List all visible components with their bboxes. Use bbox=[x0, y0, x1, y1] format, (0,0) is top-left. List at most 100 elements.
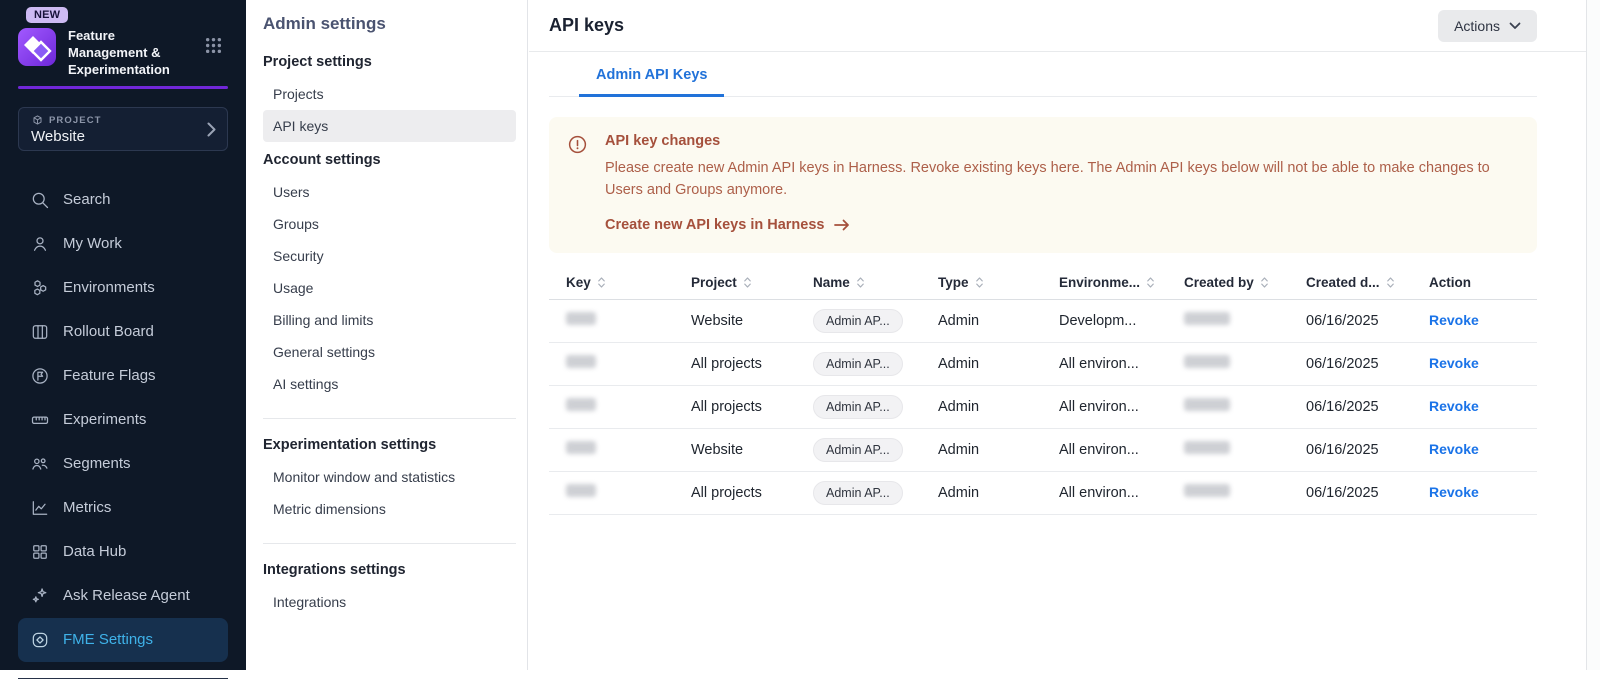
sidebar-item-label: Search bbox=[63, 191, 111, 208]
sidebar-item-my-work[interactable]: My Work bbox=[18, 222, 228, 266]
settings-section-heading: Experimentation settings bbox=[263, 437, 516, 453]
admin-settings-title: Admin settings bbox=[263, 14, 516, 34]
settings-divider bbox=[263, 418, 516, 419]
cell-created_date: 06/16/2025 bbox=[1306, 313, 1429, 329]
cell-created_date: 06/16/2025 bbox=[1306, 356, 1429, 372]
column-header-name[interactable]: Name bbox=[813, 275, 938, 290]
tab-admin-api-keys[interactable]: Admin API Keys bbox=[579, 52, 724, 97]
tabs-row: Admin API Keys bbox=[549, 52, 1537, 97]
column-header-label: Environme... bbox=[1059, 275, 1140, 290]
warning-circle-icon bbox=[567, 133, 588, 233]
main-content: API keys Actions Admin API Keys API key … bbox=[529, 0, 1600, 670]
cell-name: Admin AP... bbox=[813, 438, 938, 462]
sidebar-item-environments[interactable]: Environments bbox=[18, 266, 228, 310]
new-badge: NEW bbox=[26, 7, 68, 23]
settings-item-usage[interactable]: Usage bbox=[263, 272, 516, 304]
sidebar-item-label: Segments bbox=[63, 455, 131, 472]
column-header-environment[interactable]: Environme... bbox=[1059, 275, 1184, 290]
create-api-keys-link[interactable]: Create new API keys in Harness bbox=[605, 217, 1519, 233]
flag-icon bbox=[30, 366, 50, 386]
redacted-value bbox=[1184, 441, 1230, 454]
redacted-value bbox=[1184, 484, 1230, 497]
settings-item-metric-dimensions[interactable]: Metric dimensions bbox=[263, 493, 516, 525]
api-key-name-badge: Admin AP... bbox=[813, 309, 903, 333]
cell-key bbox=[566, 441, 691, 458]
cell-created_date: 06/16/2025 bbox=[1306, 485, 1429, 501]
page-title: API keys bbox=[549, 15, 624, 36]
columns-icon bbox=[30, 322, 50, 342]
sidebar-item-segments[interactable]: Segments bbox=[18, 442, 228, 486]
split-logo-icon bbox=[18, 28, 56, 71]
sidebar-item-search[interactable]: Search bbox=[18, 178, 228, 222]
settings-item-security[interactable]: Security bbox=[263, 240, 516, 272]
table-row: WebsiteAdmin AP...AdminDevelopm...06/16/… bbox=[549, 300, 1537, 343]
cube-icon bbox=[31, 114, 44, 127]
cell-key bbox=[566, 484, 691, 501]
column-header-key[interactable]: Key bbox=[566, 275, 691, 290]
column-header-project[interactable]: Project bbox=[691, 275, 813, 290]
column-header-label: Action bbox=[1429, 275, 1471, 290]
settings-section-heading: Account settings bbox=[263, 152, 516, 168]
actions-button[interactable]: Actions bbox=[1438, 10, 1537, 42]
settings-item-general-settings[interactable]: General settings bbox=[263, 336, 516, 368]
callout-body: Please create new Admin API keys in Harn… bbox=[605, 158, 1519, 202]
settings-divider bbox=[263, 543, 516, 544]
revoke-link[interactable]: Revoke bbox=[1429, 355, 1479, 371]
api-key-name-badge: Admin AP... bbox=[813, 352, 903, 376]
settings-item-integrations[interactable]: Integrations bbox=[263, 586, 516, 618]
api-key-name-badge: Admin AP... bbox=[813, 438, 903, 462]
redacted-value bbox=[566, 441, 596, 454]
project-selector[interactable]: PROJECT Website bbox=[18, 107, 228, 151]
cell-action: Revoke bbox=[1429, 312, 1537, 329]
split-icon bbox=[30, 630, 50, 650]
scrollbar-gutter[interactable] bbox=[1586, 0, 1600, 670]
sidebar-item-experiments[interactable]: Experiments bbox=[18, 398, 228, 442]
settings-item-monitor-window-and-statistics[interactable]: Monitor window and statistics bbox=[263, 461, 516, 493]
column-header-label: Created d... bbox=[1306, 275, 1380, 290]
app-sidebar: NEW Feature Management bbox=[0, 0, 246, 670]
settings-item-projects[interactable]: Projects bbox=[263, 78, 516, 110]
cell-action: Revoke bbox=[1429, 441, 1537, 458]
app-launcher-grid-icon[interactable] bbox=[205, 37, 222, 59]
user-icon bbox=[30, 234, 50, 254]
settings-item-billing-and-limits[interactable]: Billing and limits bbox=[263, 304, 516, 336]
brand-title: Feature Management & Experimentation bbox=[68, 28, 193, 79]
sidebar-item-label: Rollout Board bbox=[63, 323, 154, 340]
sort-icon bbox=[1146, 276, 1155, 289]
table-row: All projectsAdmin AP...AdminAll environ.… bbox=[549, 472, 1537, 515]
actions-button-label: Actions bbox=[1454, 18, 1500, 34]
column-header-type[interactable]: Type bbox=[938, 275, 1059, 290]
sidebar-item-label: FME Settings bbox=[63, 631, 153, 648]
settings-item-groups[interactable]: Groups bbox=[263, 208, 516, 240]
settings-item-users[interactable]: Users bbox=[263, 176, 516, 208]
sidebar-item-ask-release-agent[interactable]: Ask Release Agent bbox=[18, 574, 228, 618]
settings-item-ai-settings[interactable]: AI settings bbox=[263, 368, 516, 400]
revoke-link[interactable]: Revoke bbox=[1429, 484, 1479, 500]
redacted-value bbox=[566, 484, 596, 497]
sidebar-item-rollout-board[interactable]: Rollout Board bbox=[18, 310, 228, 354]
table-header-row: Key ProjectNameType Environme... Created by… bbox=[549, 267, 1537, 300]
column-header-created_by[interactable]: Created by bbox=[1184, 275, 1306, 290]
revoke-link[interactable]: Revoke bbox=[1429, 398, 1479, 414]
revoke-link[interactable]: Revoke bbox=[1429, 441, 1479, 457]
cell-type: Admin bbox=[938, 313, 1059, 329]
settings-item-api-keys[interactable]: API keys bbox=[263, 110, 516, 142]
column-header-label: Type bbox=[938, 275, 969, 290]
table-row: All projectsAdmin AP...AdminAll environ.… bbox=[549, 386, 1537, 429]
sidebar-item-label: Metrics bbox=[63, 499, 111, 516]
sort-icon bbox=[1260, 276, 1269, 289]
sidebar-item-fme-settings[interactable]: FME Settings bbox=[18, 618, 228, 662]
sidebar-item-data-hub[interactable]: Data Hub bbox=[18, 530, 228, 574]
cell-project: Website bbox=[691, 313, 813, 329]
redacted-value bbox=[1184, 398, 1230, 411]
admin-settings-panel: Admin settings Project settingsProjectsA… bbox=[246, 0, 528, 670]
cell-environment: All environ... bbox=[1059, 442, 1184, 458]
settings-section-heading: Integrations settings bbox=[263, 562, 516, 578]
table-body: WebsiteAdmin AP...AdminDevelopm...06/16/… bbox=[549, 300, 1537, 515]
revoke-link[interactable]: Revoke bbox=[1429, 312, 1479, 328]
column-header-created_date[interactable]: Created d... bbox=[1306, 275, 1429, 290]
column-header-label: Key bbox=[566, 275, 591, 290]
sidebar-item-metrics[interactable]: Metrics bbox=[18, 486, 228, 530]
ruler-icon bbox=[30, 410, 50, 430]
sidebar-item-feature-flags[interactable]: Feature Flags bbox=[18, 354, 228, 398]
